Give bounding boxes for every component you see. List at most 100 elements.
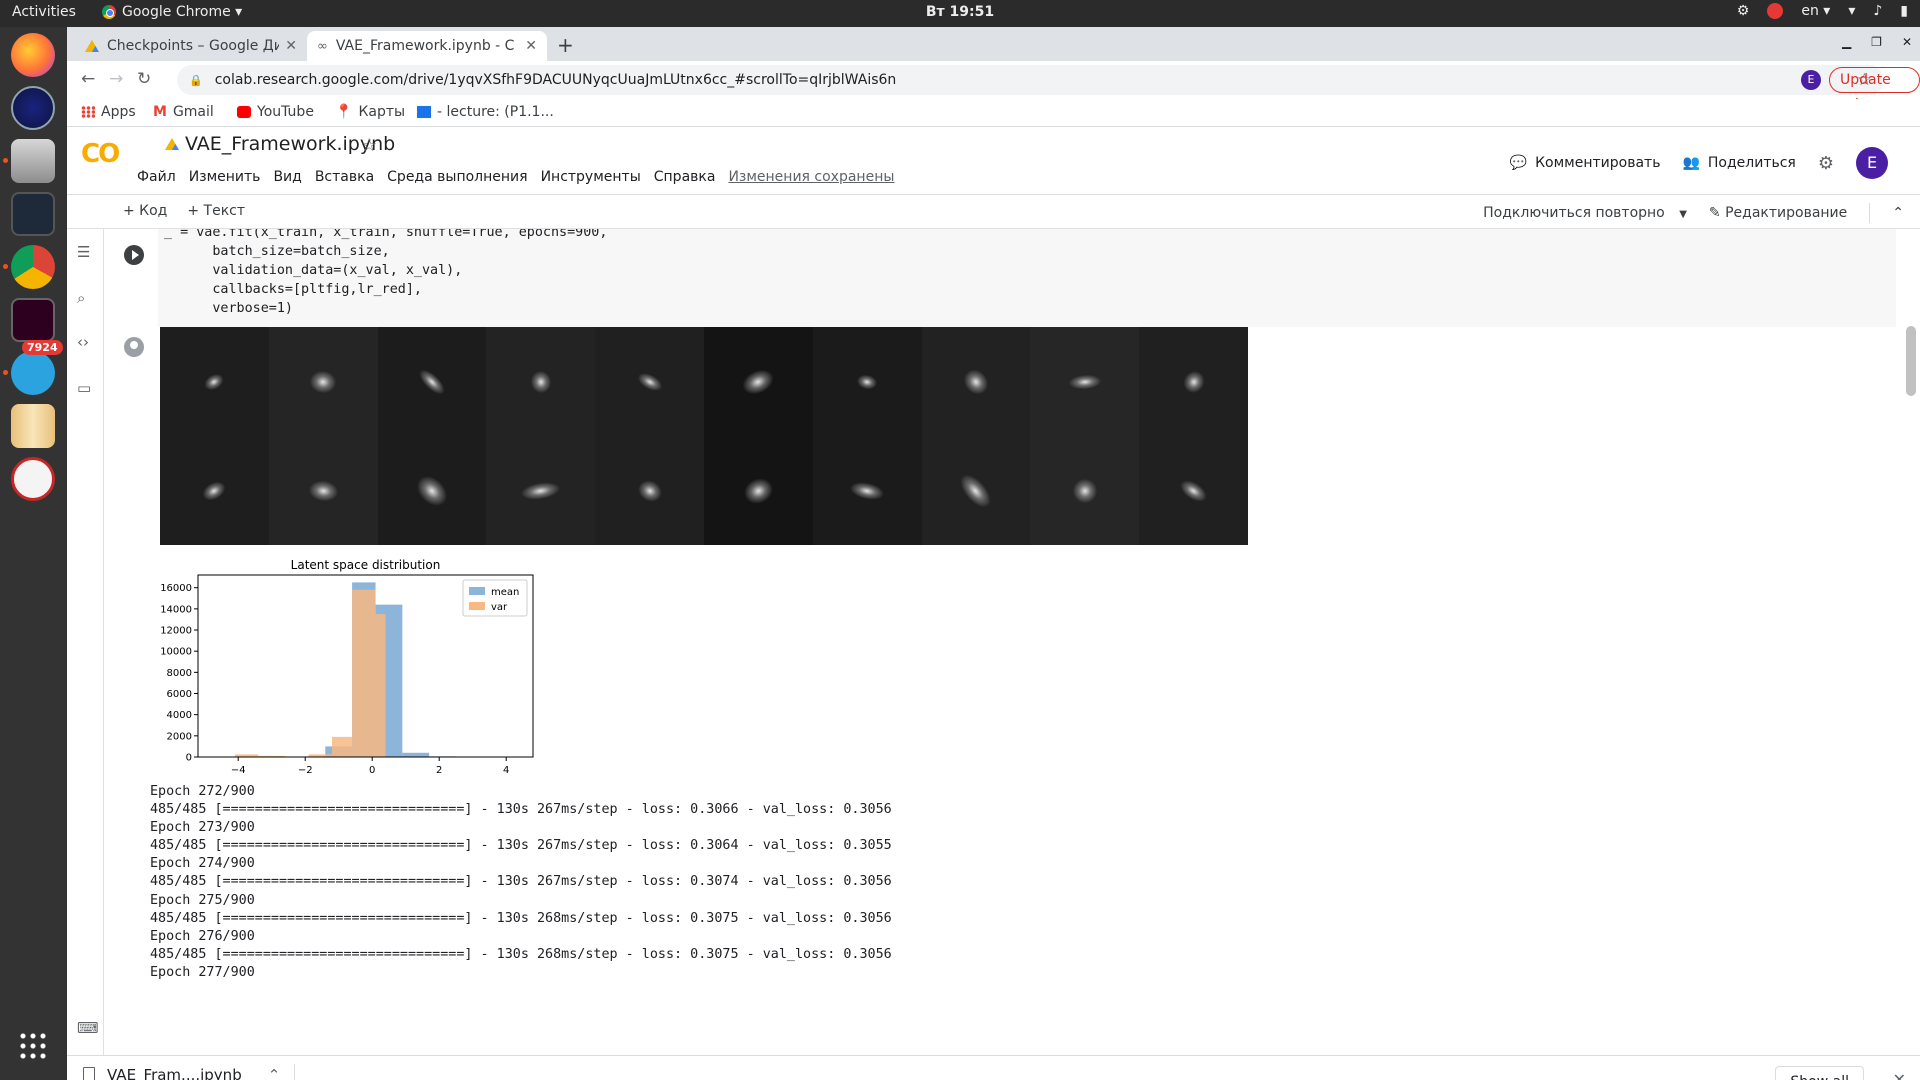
- tab-checkpoints[interactable]: Checkpoints – Google Ди ✕: [75, 31, 307, 61]
- bookmark-lecture[interactable]: - lecture: (P1.1...: [417, 104, 554, 120]
- url-text: colab.research.google.com/drive/1yqvXSfh…: [214, 72, 897, 88]
- bookmark-maps[interactable]: 📍 Карты: [335, 104, 405, 120]
- galaxy-blob: [308, 368, 338, 395]
- new-tab-button[interactable]: +: [557, 33, 574, 57]
- gmail-icon: M: [153, 104, 167, 120]
- menu-edit[interactable]: Изменить: [189, 169, 261, 185]
- histogram-bar-var: [332, 736, 353, 757]
- show-applications-icon[interactable]: [18, 1031, 48, 1061]
- y-tick-label: 4000: [167, 710, 192, 721]
- back-icon[interactable]: ←: [81, 69, 95, 89]
- close-icon[interactable]: ✕: [525, 38, 537, 54]
- star-icon[interactable]: ☆: [361, 135, 377, 156]
- menu-help[interactable]: Справка: [654, 169, 716, 185]
- add-code-button[interactable]: + Код: [123, 203, 167, 219]
- colab-tab-icon: ∞: [317, 38, 328, 54]
- system-tray[interactable]: ⚙ en ▾ ▾ ♪ ▮: [1737, 3, 1908, 19]
- chevron-up-icon[interactable]: ⌃: [268, 1066, 281, 1080]
- log-line: Epoch 273/900: [150, 820, 255, 836]
- code-snippets-icon[interactable]: ‹›: [77, 333, 89, 351]
- close-icon[interactable]: ✕: [1893, 1070, 1906, 1080]
- galaxy-blob: [1068, 373, 1102, 390]
- code-cell[interactable]: _ = vae.fit(x_train, x_train, shuffle=Tr…: [114, 229, 1896, 327]
- comment-label: Комментировать: [1535, 155, 1661, 171]
- search-icon[interactable]: ⌕: [77, 289, 85, 307]
- x-tick-label: 2: [436, 765, 442, 776]
- telegram-icon[interactable]: [11, 351, 55, 395]
- x-tick-label: −4: [231, 765, 246, 776]
- galaxy-image: [595, 327, 704, 436]
- log-line: 485/485 [==============================]…: [150, 802, 892, 818]
- forward-icon[interactable]: →: [109, 69, 123, 89]
- system-monitor-icon[interactable]: [11, 192, 55, 236]
- cell-output: Latent space distribution −4 −2 0 2 4 0 2000 400…: [114, 327, 1896, 1055]
- reload-icon[interactable]: ↻: [137, 69, 151, 89]
- saved-status[interactable]: Изменения сохранены: [728, 169, 894, 185]
- y-tick-label: 6000: [167, 689, 192, 700]
- galaxy-image: [704, 436, 813, 545]
- run-cell-button[interactable]: [124, 245, 144, 265]
- clock[interactable]: Вт 19:51: [0, 4, 1920, 20]
- accessibility-icon[interactable]: ⚙: [1737, 3, 1750, 19]
- os-top-bar: Activities Google Chrome ▾ Вт 19:51 ⚙ en…: [0, 0, 1920, 27]
- code-line: batch_size=batch_size,: [164, 244, 390, 259]
- terminal-icon[interactable]: ⌨: [77, 1019, 99, 1037]
- files-icon[interactable]: [11, 139, 55, 183]
- mc-icon[interactable]: [11, 86, 55, 130]
- legend-swatch-mean: [469, 587, 485, 595]
- table-of-contents-icon[interactable]: ☰: [77, 243, 90, 261]
- bookmark-gmail[interactable]: M Gmail: [153, 104, 214, 120]
- download-item[interactable]: VAE_Fram....ipynb ⌃: [83, 1066, 280, 1080]
- menu-file[interactable]: Файл: [137, 169, 176, 185]
- window-controls: ▁ ❐ ✕: [1842, 35, 1912, 49]
- code-editor[interactable]: _ = vae.fit(x_train, x_train, shuffle=Tr…: [158, 229, 1896, 327]
- book-icon[interactable]: [11, 404, 55, 448]
- settings-gear-icon[interactable]: ⚙: [1818, 153, 1834, 174]
- minimize-icon[interactable]: ▁: [1842, 35, 1851, 49]
- comment-button[interactable]: 💬 Комментировать: [1510, 155, 1661, 171]
- log-line: 485/485 [==============================]…: [150, 910, 892, 926]
- document-viewer-icon[interactable]: [11, 457, 55, 501]
- bookmark-label: Карты: [358, 104, 406, 120]
- close-window-icon[interactable]: ✕: [1902, 35, 1912, 49]
- log-line: 485/485 [==============================]…: [150, 838, 892, 854]
- menu-tools[interactable]: Инструменты: [541, 169, 641, 185]
- language-indicator[interactable]: en ▾: [1801, 3, 1830, 19]
- address-bar[interactable]: 🔒 colab.research.google.com/drive/1yqvXS…: [177, 65, 1884, 95]
- share-button[interactable]: 👥 Поделиться: [1682, 155, 1795, 171]
- firefox-icon[interactable]: [11, 33, 55, 77]
- reconnect-button[interactable]: Подключиться повторно ▼: [1483, 205, 1687, 221]
- profile-avatar[interactable]: E: [1801, 70, 1821, 90]
- files-folder-icon[interactable]: ▭: [77, 379, 91, 397]
- chrome-dock-icon[interactable]: [11, 245, 55, 289]
- add-text-button[interactable]: + Текст: [187, 203, 245, 219]
- tab-vae-framework[interactable]: ∞ VAE_Framework.ipynb - C ✕: [307, 31, 547, 61]
- menu-view[interactable]: Вид: [273, 169, 301, 185]
- scrollbar[interactable]: [1906, 326, 1916, 396]
- menu-runtime[interactable]: Среда выполнения: [387, 169, 527, 185]
- galaxy-blob: [1071, 477, 1098, 504]
- lecture-icon: [417, 106, 431, 118]
- show-all-button[interactable]: Show all: [1775, 1066, 1864, 1080]
- editing-mode-button[interactable]: ✎ Редактирование: [1709, 205, 1847, 221]
- output-user-icon[interactable]: [124, 337, 144, 357]
- close-icon[interactable]: ✕: [285, 38, 297, 54]
- collapse-header-icon[interactable]: ⌃: [1892, 205, 1904, 221]
- bookmark-apps[interactable]: Apps: [81, 104, 136, 120]
- user-avatar[interactable]: E: [1856, 147, 1888, 179]
- bookmark-youtube[interactable]: YouTube: [237, 104, 314, 120]
- restore-icon[interactable]: ❐: [1871, 35, 1882, 49]
- galaxy-image: [704, 327, 813, 436]
- update-button[interactable]: Update ⋮: [1829, 67, 1920, 112]
- terminal-icon[interactable]: [11, 298, 55, 342]
- galaxy-image: [1139, 436, 1248, 545]
- colab-logo[interactable]: CO: [81, 139, 120, 169]
- notification-icon[interactable]: [1767, 3, 1784, 19]
- tab-title: Checkpoints – Google Ди: [107, 38, 280, 54]
- galaxy-image: [377, 327, 487, 436]
- files-running-dot: [3, 158, 8, 163]
- legend-swatch-var: [469, 602, 485, 610]
- menu-insert[interactable]: Вставка: [315, 169, 374, 185]
- x-tick-label: −2: [298, 765, 313, 776]
- divider: [294, 1064, 295, 1080]
